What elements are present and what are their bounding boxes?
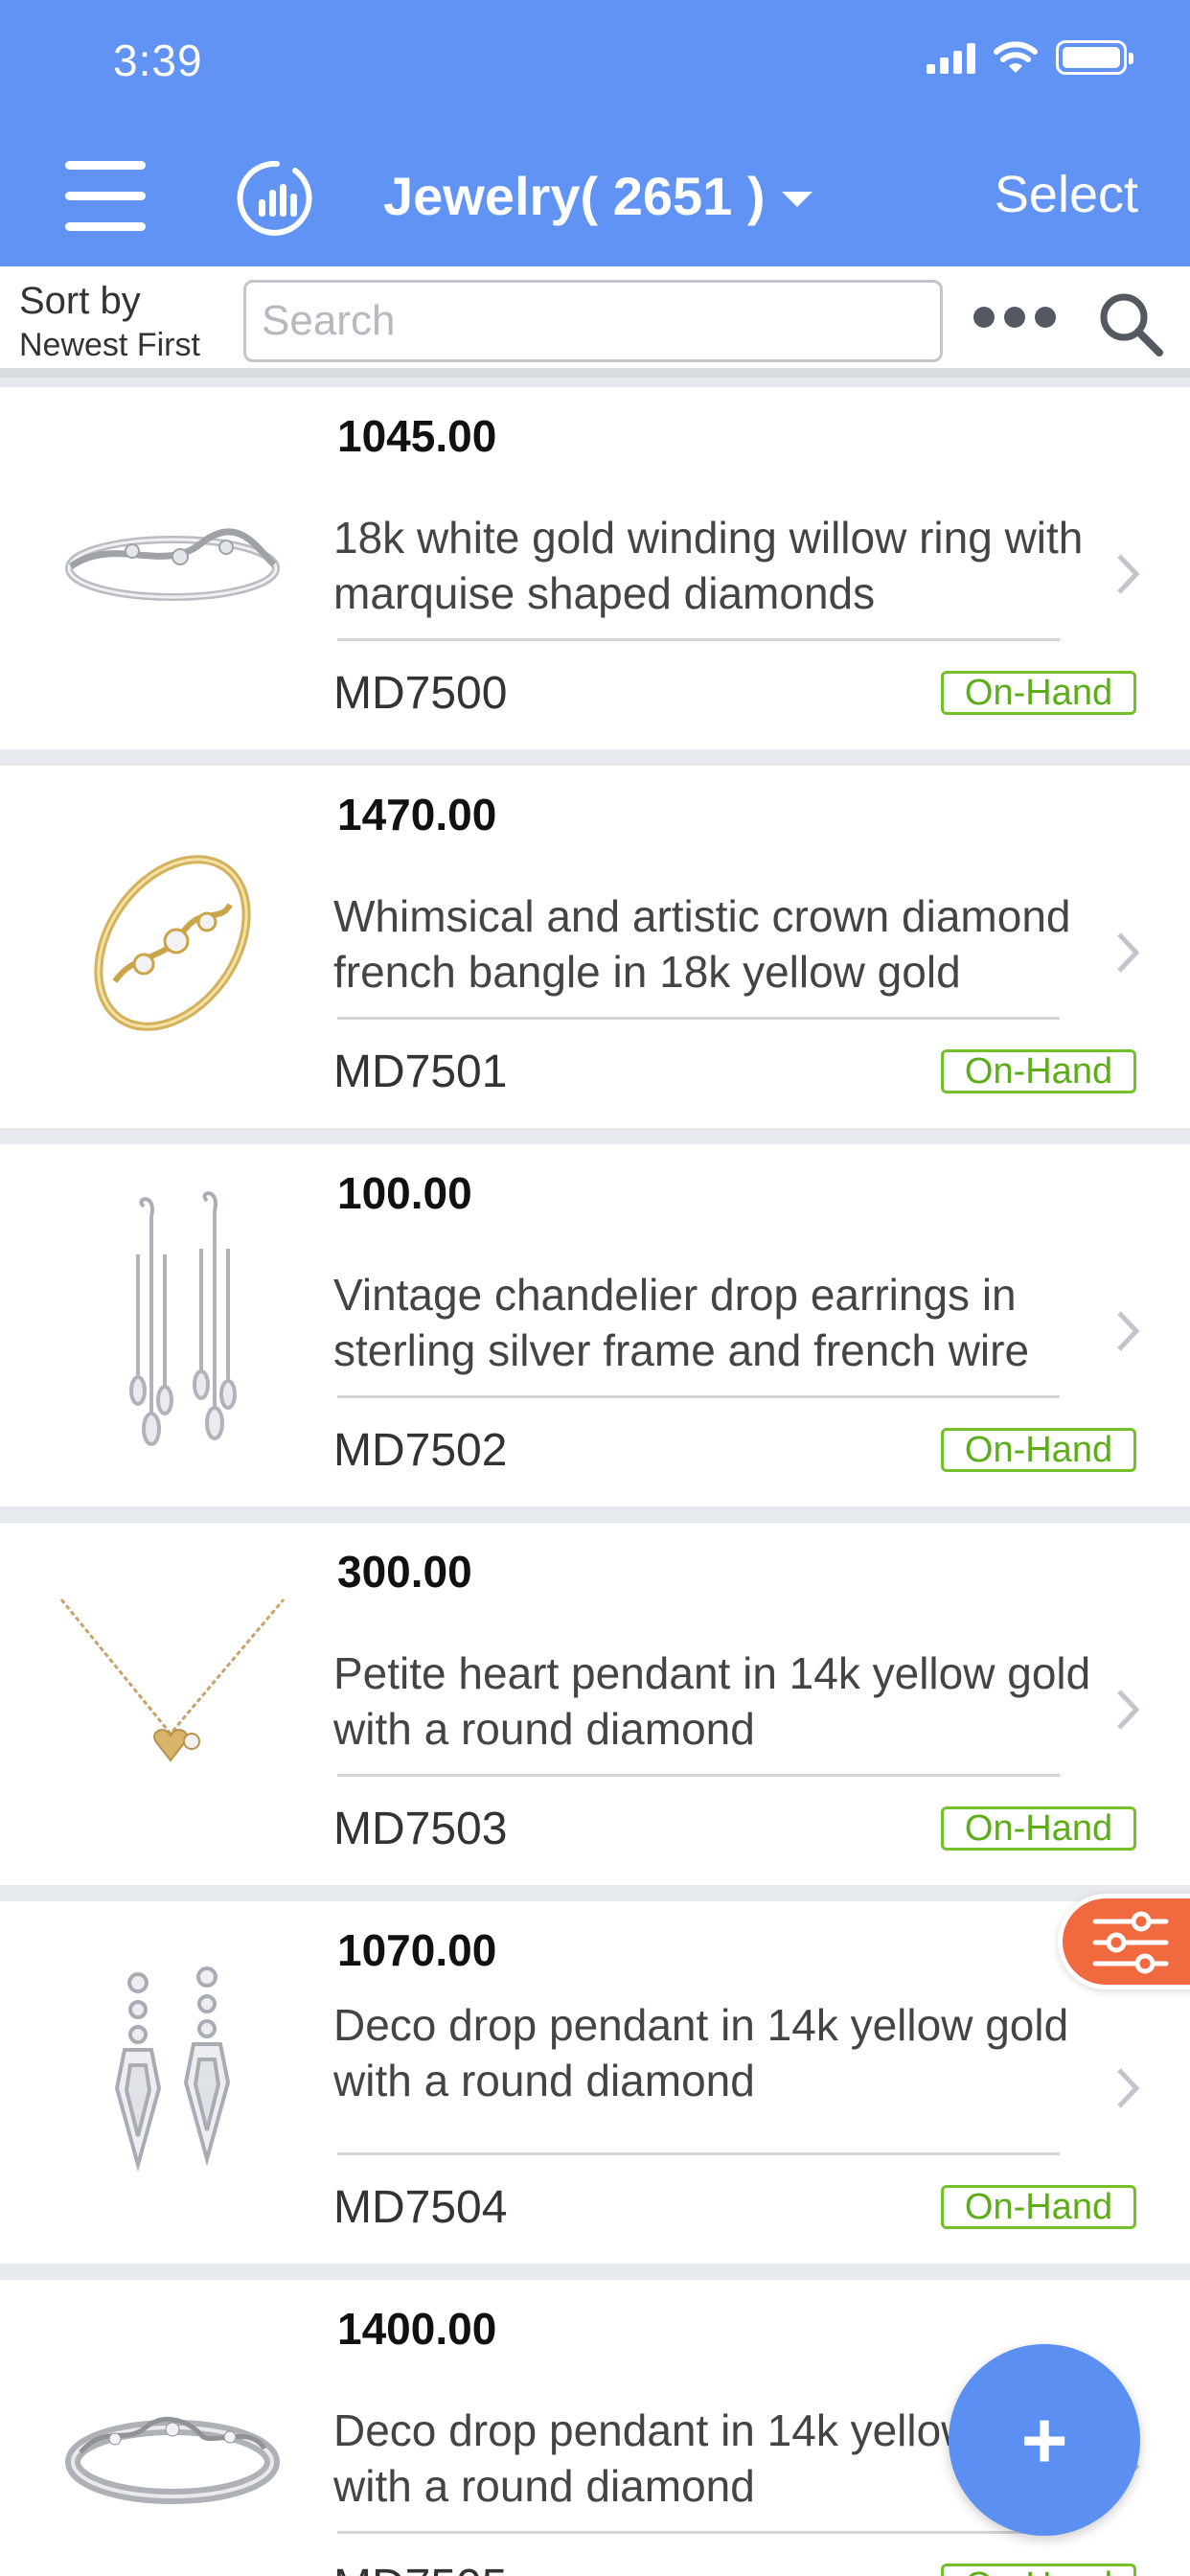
list-item[interactable]: 1070.00 Deco drop pendant in 14k yellow … (0, 1901, 1190, 2264)
item-divider (337, 638, 1060, 641)
status-icons (927, 40, 1133, 75)
stats-icon[interactable] (236, 157, 318, 240)
item-description: Whimsical and artistic crown diamond fre… (333, 891, 1071, 997)
item-divider (337, 2152, 1060, 2155)
item-price: 1070.00 (337, 1925, 497, 1975)
status-badge: On-Hand (941, 2185, 1136, 2229)
item-divider (337, 1395, 1060, 1398)
status-badge: On-Hand (941, 2564, 1136, 2576)
sliders-icon (1092, 1911, 1169, 1974)
page-title: Jewelry( 2651 ) (383, 166, 766, 226)
status-badge: On-Hand (941, 671, 1136, 715)
chevron-right-icon (1117, 554, 1140, 594)
chevron-down-icon (782, 191, 813, 207)
list-item[interactable]: 100.00 Vintage chandelier drop earrings … (0, 1144, 1190, 1506)
add-button[interactable]: + (949, 2344, 1140, 2536)
item-price: 1470.00 (337, 790, 497, 840)
sort-label: Sort by (19, 280, 141, 322)
filter-button[interactable] (1058, 1894, 1190, 1990)
chevron-right-icon (1117, 2068, 1140, 2108)
item-code: MD7503 (333, 1804, 508, 1854)
item-divider (337, 1774, 1060, 1777)
screen: 3:39 Jewelry( 2651 ) Select Sort by Newe… (0, 0, 1190, 2576)
wifi-icon (994, 41, 1038, 73)
drop-earrings-image (48, 1940, 297, 2218)
chevron-right-icon (1117, 1311, 1140, 1351)
item-divider (337, 1017, 1060, 1020)
list-item[interactable]: 300.00 Petite heart pendant in 14k yello… (0, 1523, 1190, 1885)
item-price: 100.00 (337, 1168, 472, 1218)
item-description: Deco drop pendant in 14k yellow gold wit… (333, 2000, 1069, 2105)
sort-control[interactable]: Sort by Newest First (19, 278, 200, 366)
item-price: 1400.00 (337, 2304, 497, 2354)
product-list: 1045.00 18k white gold winding willow ri… (0, 387, 1190, 2576)
chevron-right-icon (1117, 1690, 1140, 1730)
status-badge: On-Hand (941, 1049, 1136, 1093)
item-code: MD7505 (333, 2560, 507, 2576)
status-badge: On-Hand (941, 1428, 1136, 1472)
item-divider (337, 2531, 1060, 2534)
toolbar: Sort by Newest First (0, 266, 1190, 378)
item-code: MD7500 (333, 668, 508, 719)
status-time: 3:39 (113, 35, 203, 85)
select-button[interactable]: Select (995, 165, 1138, 224)
necklace-image (48, 1561, 297, 1839)
list-item[interactable]: 1045.00 18k white gold winding willow ri… (0, 387, 1190, 749)
item-code: MD7502 (333, 1425, 508, 1476)
menu-icon[interactable] (65, 161, 146, 232)
item-price: 1045.00 (337, 411, 497, 461)
item-description: 18k white gold winding willow ring with … (333, 513, 1084, 618)
signal-icon (927, 41, 975, 74)
search-input[interactable] (243, 280, 943, 362)
item-description: Petite heart pendant in 14k yellow gold … (333, 1648, 1091, 1754)
item-code: MD7501 (333, 1046, 508, 1097)
band-ring-image (48, 2318, 297, 2576)
chevron-right-icon (1117, 932, 1140, 973)
search-icon[interactable] (1094, 288, 1167, 360)
sort-value: Newest First (19, 327, 200, 363)
item-description: Vintage chandelier drop earrings in ster… (333, 1270, 1030, 1375)
status-badge: On-Hand (941, 1806, 1136, 1851)
item-code: MD7504 (333, 2182, 508, 2233)
header-bar: 3:39 Jewelry( 2651 ) Select (0, 0, 1190, 266)
bangle-image (48, 804, 297, 1082)
more-icon[interactable] (973, 307, 1056, 328)
category-dropdown[interactable]: Jewelry( 2651 ) (383, 165, 813, 227)
battery-icon (1056, 40, 1133, 75)
item-price: 300.00 (337, 1547, 472, 1597)
earrings-image (48, 1183, 297, 1460)
list-item[interactable]: 1470.00 Whimsical and artistic crown dia… (0, 766, 1190, 1128)
ring-image (48, 426, 297, 703)
